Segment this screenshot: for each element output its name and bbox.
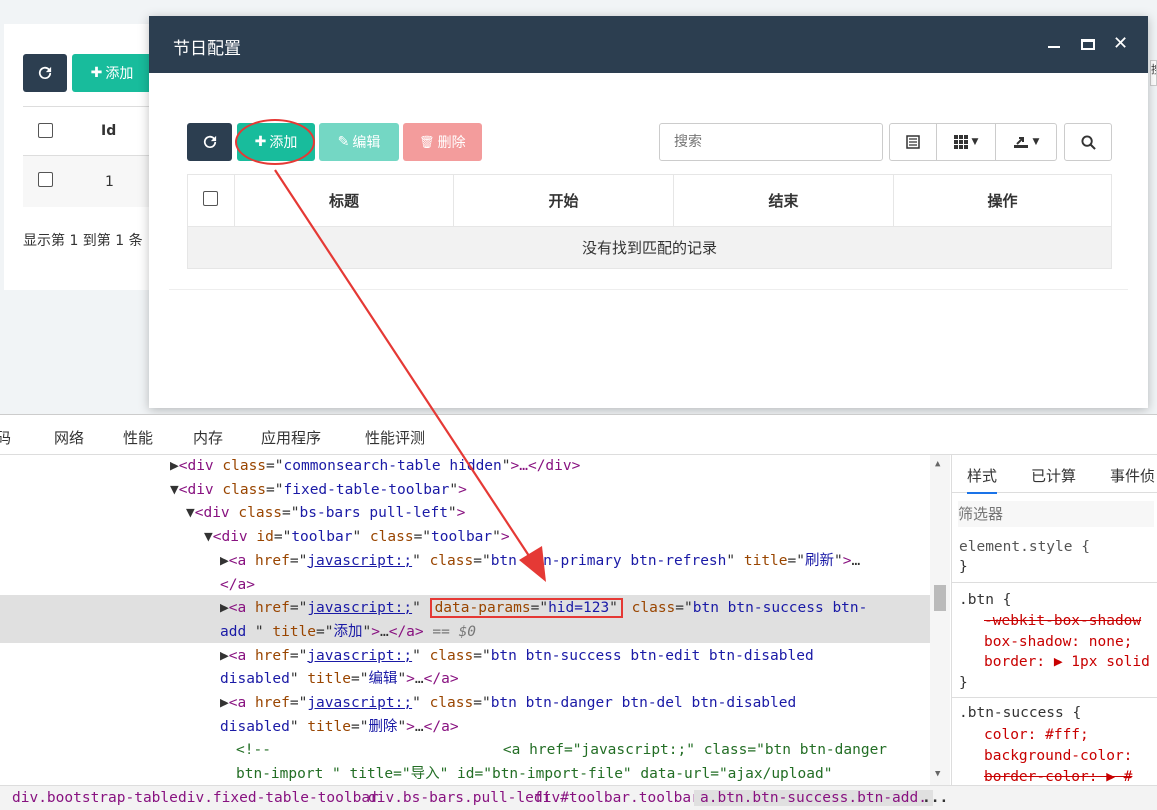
maximize-icon[interactable] xyxy=(1081,39,1095,50)
devtools-tabs: 码 网络 性能 内存 应用程序 性能评测 xyxy=(0,415,1157,455)
modal-dialog: 节日配置 ✕ ✚添加 ✎编辑 🗑删除 ▼ ▼ 标题 开始 结束 操作 xyxy=(149,16,1148,408)
scroll-up-icon[interactable]: ▲ xyxy=(935,459,940,469)
col-header-start[interactable]: 开始 xyxy=(453,175,673,226)
list-icon xyxy=(906,135,920,149)
data-params-highlight: data-params="hid=123" xyxy=(429,598,623,619)
caret-down-icon: ▼ xyxy=(1032,137,1040,147)
export-icon xyxy=(1013,137,1028,148)
breadcrumb-item[interactable]: div#toolbar.toolbar xyxy=(534,790,700,806)
dom-line-2[interactable]: ▼<div class="fixed-table-toolbar"> xyxy=(170,479,467,503)
tab-sources[interactable]: 码 xyxy=(0,427,11,448)
dom-line-6b: add " title="添加">…</a> == $0 xyxy=(220,623,477,640)
plus-icon: ✚ xyxy=(90,65,103,81)
styles-pane: 样式 已计算 事件侦 element.style { } .btn { -web… xyxy=(951,455,1157,785)
export-button[interactable]: ▼ xyxy=(995,123,1057,161)
bg-refresh-button[interactable] xyxy=(23,54,67,92)
tab-network[interactable]: 网络 xyxy=(54,427,84,448)
modal-divider xyxy=(169,289,1128,290)
dom-line-3[interactable]: ▼<div class="bs-bars pull-left"> xyxy=(186,502,465,526)
refresh-icon xyxy=(38,66,52,80)
pencil-icon: ✎ xyxy=(337,134,350,150)
elements-tree: ▶<div class="commonsearch-table hidden">… xyxy=(0,455,930,785)
tab-event-listeners[interactable]: 事件侦 xyxy=(1110,466,1155,486)
bg-search-edge: 搜 xyxy=(1150,60,1157,86)
close-icon[interactable]: ✕ xyxy=(1113,33,1128,54)
element-style-rule: element.style { xyxy=(959,539,1090,555)
dom-line-7[interactable]: ▶<a href="javascript:;" class="btn btn-s… xyxy=(220,645,814,669)
tab-memory[interactable]: 内存 xyxy=(193,427,223,448)
tab-computed[interactable]: 已计算 xyxy=(1031,466,1076,486)
breadcrumb-more[interactable]: ... xyxy=(922,790,948,806)
scrollbar-thumb[interactable] xyxy=(934,585,946,611)
trash-icon: 🗑 xyxy=(419,135,435,149)
bg-add-button[interactable]: ✚ 添加 xyxy=(72,54,152,92)
refresh-button[interactable] xyxy=(187,123,232,161)
empty-row: 没有找到匹配的记录 xyxy=(188,226,1111,268)
dom-line-4[interactable]: ▼<div id="toolbar" class="toolbar"> xyxy=(204,526,510,550)
select-all-checkbox[interactable] xyxy=(203,191,218,206)
header-checkbox-cell xyxy=(188,175,234,226)
annotation-circle xyxy=(235,119,315,165)
search-button[interactable] xyxy=(1064,123,1112,161)
styles-filter-input[interactable] xyxy=(958,501,1154,527)
caret-down-icon: ▼ xyxy=(971,137,979,147)
minimize-icon[interactable] xyxy=(1048,46,1060,48)
scroll-down-icon[interactable]: ▼ xyxy=(935,769,940,779)
col-header-title[interactable]: 标题 xyxy=(234,175,453,226)
styles-tabs: 样式 已计算 事件侦 xyxy=(952,455,1157,494)
dom-line-7b: disabled" title="编辑">…</a> xyxy=(220,671,459,688)
dom-line-5-end: </a> xyxy=(220,576,255,593)
toggle-view-button[interactable] xyxy=(889,123,937,161)
search-icon xyxy=(1080,134,1096,150)
breadcrumb-item-active[interactable]: a.btn.btn-success.btn-add. xyxy=(694,790,933,806)
dom-line-1[interactable]: ▶<div class="commonsearch-table hidden">… xyxy=(170,455,580,479)
columns-button[interactable]: ▼ xyxy=(936,123,996,161)
bg-pagination-info: 显示第 1 到第 1 条 xyxy=(23,233,143,249)
refresh-icon xyxy=(203,135,216,149)
bg-col-id: Id xyxy=(101,123,117,139)
tab-lighthouse[interactable]: 性能评测 xyxy=(365,427,425,448)
dom-line-5[interactable]: ▶<a href="javascript:;" class="btn btn-p… xyxy=(220,550,860,574)
dom-line-8b: disabled" title="删除">…</a> xyxy=(220,718,459,735)
bg-select-all-checkbox[interactable] xyxy=(38,123,53,138)
tab-application[interactable]: 应用程序 xyxy=(261,427,321,448)
col-header-end[interactable]: 结束 xyxy=(673,175,893,226)
btn-rule: .btn { xyxy=(959,592,1012,608)
breadcrumb-item[interactable]: div.fixed-table-toolbar xyxy=(178,790,379,806)
elements-scrollbar[interactable]: ▲ ▼ xyxy=(930,455,950,785)
dom-comment-line-2: btn-import " title="导入" id="btn-import-f… xyxy=(236,766,833,783)
delete-button[interactable]: 🗑 删除 xyxy=(403,123,482,161)
tab-performance[interactable]: 性能 xyxy=(123,427,153,448)
dom-comment-line: <!-- <a href="javascript:;" class="btn bt… xyxy=(236,742,888,759)
edit-button[interactable]: ✎ 编辑 xyxy=(319,123,399,161)
dom-line-8[interactable]: ▶<a href="javascript:;" class="btn btn-d… xyxy=(220,692,796,716)
tab-styles[interactable]: 样式 xyxy=(967,466,998,494)
modal-header: 节日配置 ✕ xyxy=(149,16,1148,73)
breadcrumb-item[interactable]: div.bs-bars.pull-left xyxy=(368,790,551,806)
bg-row-checkbox[interactable] xyxy=(38,172,53,187)
grid-icon xyxy=(953,135,968,149)
breadcrumb: div.bootstrap-table div.fixed-table-tool… xyxy=(0,785,1157,810)
data-table: 标题 开始 结束 操作 没有找到匹配的记录 xyxy=(187,174,1112,269)
search-input[interactable] xyxy=(659,123,883,161)
btn-success-rule: .btn-success { xyxy=(959,705,1082,721)
breadcrumb-item[interactable]: div.bootstrap-table xyxy=(12,790,178,806)
dom-line-6[interactable]: ▶<a href="javascript:;" data-params="hid… xyxy=(220,597,867,621)
col-header-actions: 操作 xyxy=(893,175,1111,226)
modal-title: 节日配置 xyxy=(173,39,241,59)
devtools-panel: 码 网络 性能 内存 应用程序 性能评测 ▶<div class="common… xyxy=(0,414,1157,810)
